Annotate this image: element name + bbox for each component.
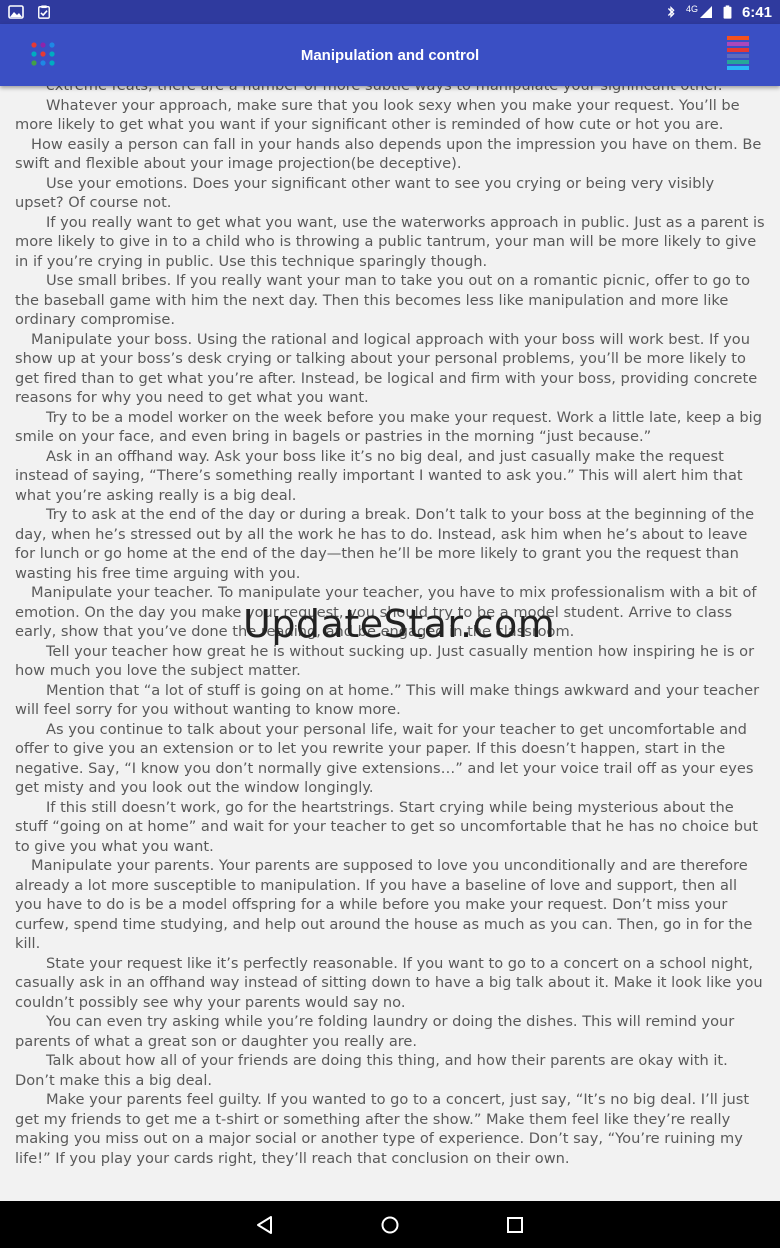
- page-title: Manipulation and control: [300, 46, 480, 64]
- article-paragraph: State your request like it’s perfectly r…: [15, 954, 763, 1011]
- article-paragraph: Try to be a model worker on the week bef…: [15, 408, 762, 446]
- article-paragraph: Ask in an offhand way. Ask your boss lik…: [15, 447, 743, 504]
- network-label: 4G: [685, 4, 698, 14]
- article-paragraph: As you continue to talk about your perso…: [15, 720, 754, 797]
- status-bar: 4G 6:41: [0, 0, 780, 24]
- navigation-bar: [0, 1201, 780, 1248]
- battery-icon: [723, 5, 732, 19]
- article-paragraph: Talk about how all of your friends are d…: [15, 1052, 728, 1089]
- recents-icon[interactable]: [503, 1213, 527, 1237]
- article-paragraph: You can even try asking while you’re fol…: [15, 1013, 735, 1050]
- app-bar: Manipulation and control: [0, 24, 780, 86]
- article-paragraph: Manipulate your teacher. To manipulate y…: [15, 584, 757, 640]
- article-paragraph: Tell your teacher how great he is withou…: [15, 642, 755, 680]
- article-paragraph: Make your parents feel guilty. If you wa…: [15, 1091, 750, 1167]
- article-paragraph: Mention that “a lot of stuff is going on…: [15, 681, 760, 719]
- article-paragraph: Manipulate your boss. Using the rational…: [15, 330, 758, 407]
- article-paragraph: extreme feats, there are a number of mor…: [15, 86, 765, 96]
- article-paragraph: Manipulate your parents. Your parents ar…: [15, 857, 753, 952]
- signal-group: 4G: [686, 5, 713, 19]
- article-paragraph: Whatever your approach, make sure that y…: [15, 96, 740, 134]
- signal-icon: [699, 6, 712, 18]
- stacked-layers-icon[interactable]: [726, 35, 750, 71]
- article-body: extreme feats, there are a number of mor…: [0, 86, 780, 1168]
- article-scroll-area[interactable]: extreme feats, there are a number of mor…: [0, 86, 780, 1201]
- back-icon[interactable]: [253, 1213, 277, 1237]
- article-paragraph: How easily a person can fall in your han…: [15, 135, 762, 173]
- article-paragraph: Use small bribes. If you really want you…: [15, 272, 751, 328]
- article-paragraph: Use your emotions. Does your significant…: [15, 174, 715, 212]
- clipboard-check-icon: [38, 5, 50, 19]
- article-paragraph: If you really want to get what you want,…: [15, 213, 765, 270]
- gallery-icon: [8, 5, 24, 19]
- clock: 6:41: [741, 3, 772, 21]
- article-paragraph: Try to ask at the end of the day or duri…: [15, 506, 755, 582]
- article-paragraph: If this still doesn’t work, go for the h…: [15, 798, 758, 855]
- bluetooth-icon: [667, 6, 675, 18]
- home-icon[interactable]: [378, 1213, 402, 1237]
